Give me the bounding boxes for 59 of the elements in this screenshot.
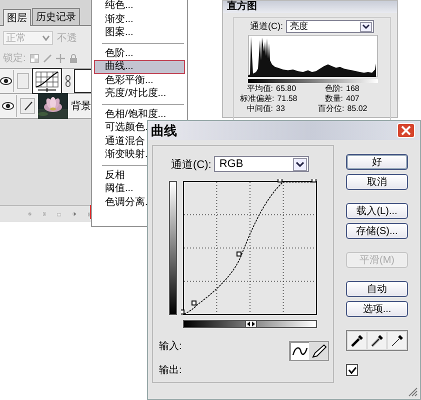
dialog-button: 平滑(M) xyxy=(346,252,408,268)
lock-label: 锁定: xyxy=(3,52,26,65)
menu-item[interactable]: 曲线... xyxy=(94,60,185,74)
layer-name: 背景 xyxy=(71,100,91,113)
stat-label: 百分位: xyxy=(318,104,344,114)
panel-tab[interactable]: 图层 xyxy=(3,9,31,26)
stat-value: 85.02 xyxy=(347,104,368,114)
brush-icon xyxy=(22,101,32,111)
curves-icon xyxy=(32,68,62,94)
stat-label: 数量: xyxy=(324,94,343,104)
menu-item[interactable]: 色相/饱和度... xyxy=(94,108,185,121)
layer-row[interactable]: 背景 xyxy=(0,94,92,119)
window-title: 直方图 xyxy=(223,1,397,13)
stat-label: 色阶: xyxy=(324,84,343,94)
stat-value: 71.58 xyxy=(277,94,298,104)
eye-icon[interactable] xyxy=(0,76,12,86)
eye-icon[interactable] xyxy=(2,101,14,111)
menu-item[interactable]: 纯色... xyxy=(94,0,185,12)
channel-label: 通道(C): xyxy=(250,20,283,33)
channel-dropdown[interactable]: RGB xyxy=(214,156,310,172)
dialog-button[interactable]: 取消 xyxy=(346,174,408,190)
checkerboard-icon[interactable] xyxy=(30,54,39,62)
stat-value: 407 xyxy=(346,94,360,104)
eyedropper-icon[interactable] xyxy=(350,334,364,348)
channel-label: 通道(C): xyxy=(171,158,212,172)
close-icon[interactable] xyxy=(397,123,415,138)
window-title: 曲线 xyxy=(151,122,177,140)
eyedropper-icon[interactable] xyxy=(370,334,384,348)
stat-value: 65.80 xyxy=(276,84,298,94)
menu-item[interactable]: 渐变... xyxy=(94,12,185,26)
stat-value: 168 xyxy=(346,84,360,94)
stat-label: 标准偏差: xyxy=(240,94,274,104)
panel-tab[interactable]: 历史记录 xyxy=(32,8,80,25)
opacity-label: 不透 xyxy=(57,32,77,45)
resize-grip-icon[interactable] xyxy=(408,387,418,397)
menu-item[interactable]: 色彩平衡... xyxy=(94,74,185,87)
stat-label: 中间值: xyxy=(246,104,273,114)
dialog-button[interactable]: 选项... xyxy=(346,301,408,317)
output-label: 输出: xyxy=(159,364,182,377)
input-label: 输入: xyxy=(159,340,182,353)
dropdown-arrow-icon xyxy=(360,22,372,32)
preview-checkbox[interactable] xyxy=(346,364,358,376)
stat-label: 平均值: xyxy=(246,84,273,94)
channel-dropdown[interactable]: 亮度 xyxy=(286,20,374,33)
pencil-icon[interactable] xyxy=(310,343,328,359)
dialog-button[interactable]: 存储(S)... xyxy=(346,223,408,239)
adjustment-icon[interactable] xyxy=(72,210,77,218)
chain-icon xyxy=(65,75,72,87)
eyedropper-icon[interactable] xyxy=(390,334,404,348)
toggle-arrows-icon[interactable] xyxy=(245,320,257,328)
dialog-button[interactable]: 载入(L)... xyxy=(346,203,408,219)
menu-item[interactable]: 亮度/对比度... xyxy=(94,87,185,100)
checkmark-icon xyxy=(348,366,356,374)
dialog-button[interactable]: 好 xyxy=(346,154,408,170)
menu-item[interactable]: 图案... xyxy=(94,26,185,40)
menu-item[interactable]: 色阶... xyxy=(94,46,185,60)
dialog-button[interactable]: 自动 xyxy=(346,281,408,297)
stat-value: 33 xyxy=(276,104,286,114)
layer-row[interactable] xyxy=(0,69,92,94)
